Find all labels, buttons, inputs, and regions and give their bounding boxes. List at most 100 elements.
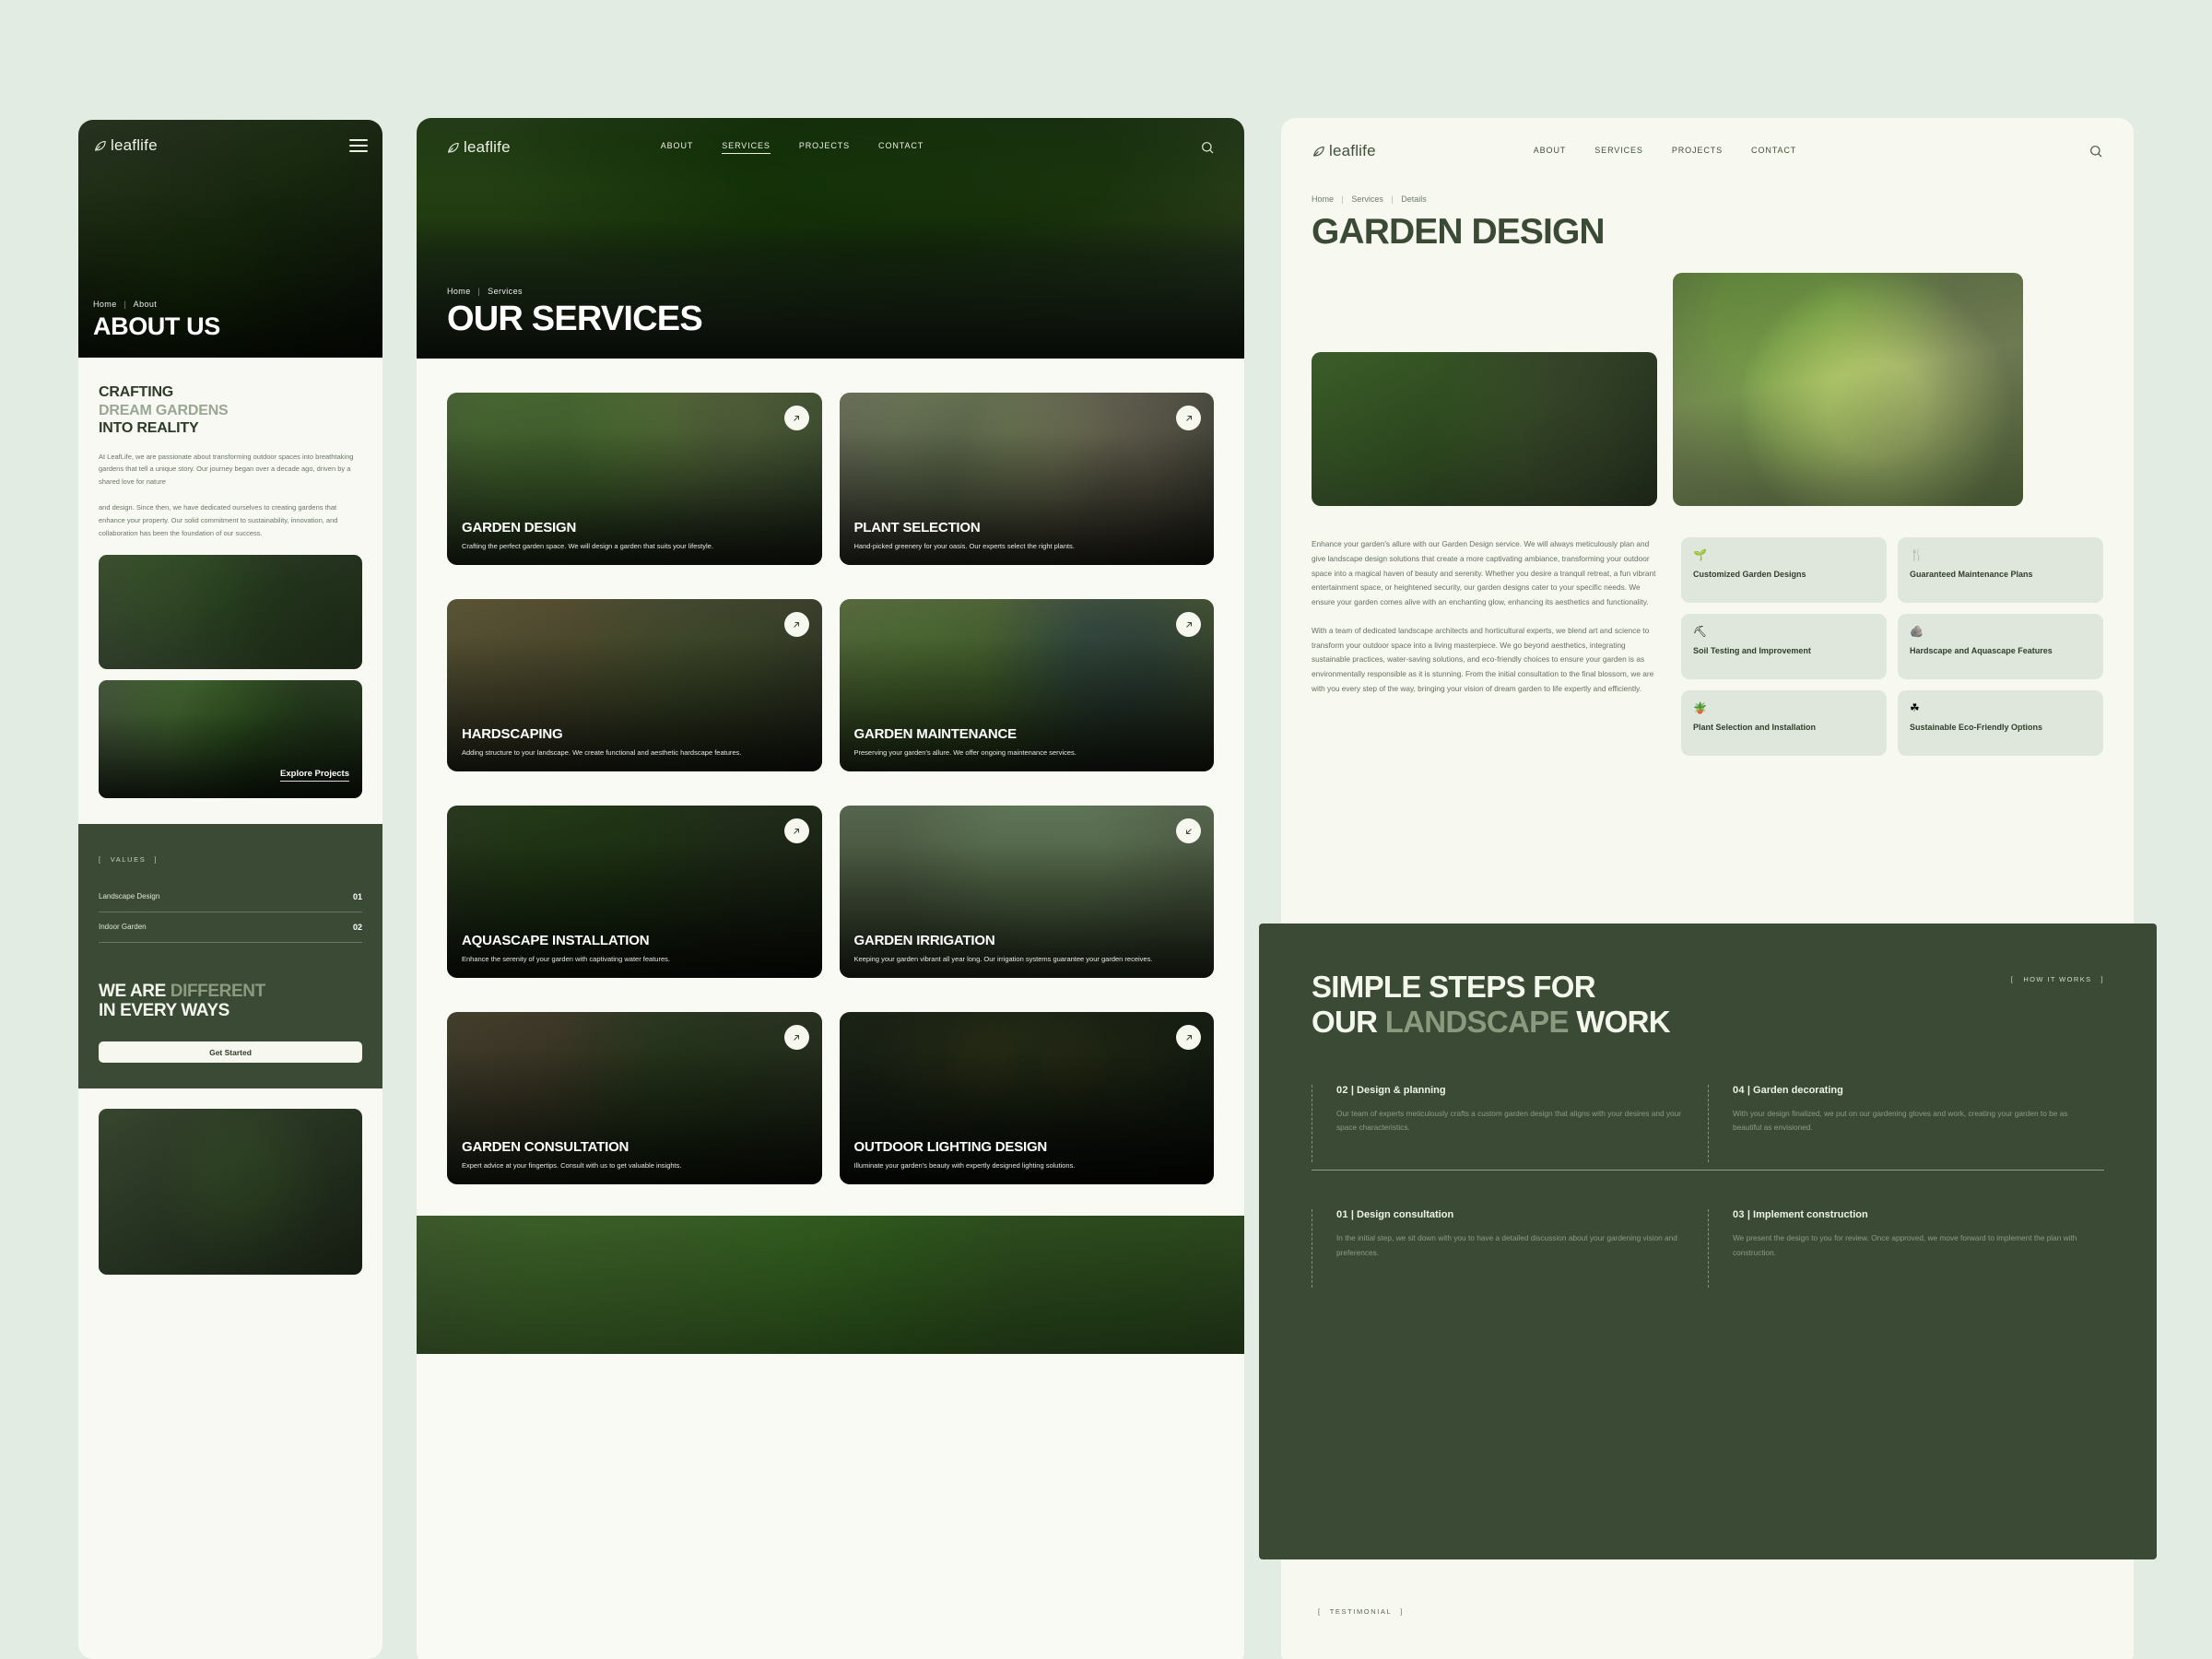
breadcrumb-item-home[interactable]: Home [93, 300, 117, 309]
breadcrumb-item-services[interactable]: Services [1351, 194, 1383, 204]
different-heading: WE ARE DIFFERENT IN EVERY WAYS [99, 982, 362, 1021]
arrow-up-right-icon[interactable] [783, 406, 809, 430]
card-title: GARDEN IRRIGATION [853, 932, 995, 948]
step-separator: | [1350, 1084, 1354, 1096]
testimonial-section: [TESTIMONIAL] [1281, 1567, 2134, 1659]
logo[interactable]: leaflife [446, 138, 511, 157]
nav-item-services[interactable]: SERVICES [1594, 146, 1643, 158]
detail-image-left [1312, 352, 1657, 506]
logo[interactable]: leaflife [1312, 142, 1376, 160]
values-list: Landscape Design 01 Indoor Garden 02 [99, 882, 362, 943]
card-desc: Illuminate your garden's beauty with exp… [853, 1160, 1076, 1170]
search-icon[interactable] [1200, 140, 1215, 155]
nav-item-about[interactable]: ABOUT [661, 141, 694, 154]
card-title: GARDEN CONSULTATION [462, 1138, 629, 1155]
step-title-line: 01 | Design consultation [1336, 1209, 1684, 1220]
step-separator: | [1350, 1209, 1354, 1221]
card-desc: Expert advice at your fingertips. Consul… [462, 1160, 682, 1170]
how-it-works-section: SIMPLE STEPS FOR OUR LANDSCAPE WORK [HOW… [1259, 924, 2157, 1559]
card-desc: Keeping your garden vibrant all year lon… [853, 954, 1153, 963]
step-number: 03 [1733, 1209, 1745, 1221]
eco-leaf-icon: ☘ [1910, 701, 1920, 714]
feature-card-hardscape-and-aquascape-features[interactable]: 🪨 Hardscape and Aquascape Features [1898, 614, 2103, 679]
feature-card-guaranteed-maintenance-plans[interactable]: 🍴 Guaranteed Maintenance Plans [1898, 537, 2103, 603]
search-icon[interactable] [2088, 144, 2103, 159]
testimonial-badge-label: TESTIMONIAL [1329, 1607, 1393, 1616]
card-text: GARDEN DESIGN Crafting the perfect garde… [462, 521, 780, 552]
service-card-outdoor-lighting-design[interactable]: OUTDOOR LIGHTING DESIGN Illuminate your … [839, 1012, 1214, 1184]
breadcrumb-item-services[interactable]: Services [488, 287, 523, 296]
breadcrumb-item-details[interactable]: Details [1401, 194, 1427, 204]
different-heading-c: IN EVERY WAYS [99, 1001, 229, 1021]
breadcrumb-item-home[interactable]: Home [447, 287, 471, 296]
leaf-icon [1312, 145, 1325, 159]
get-started-button[interactable]: Get Started [99, 1041, 362, 1064]
values-badge-label: VALUES [110, 854, 147, 864]
hamburger-icon[interactable] [349, 139, 368, 152]
value-row[interactable]: Landscape Design 01 [99, 882, 362, 912]
mobile-about-panel: leaflife Home | About ABOUT US CRAFTING … [78, 120, 382, 1659]
nav-item-contact[interactable]: CONTACT [1751, 146, 1796, 158]
card-desc: Hand-picked greenery for your oasis. Our… [853, 541, 1075, 550]
arrow-up-right-icon[interactable] [1176, 612, 1201, 637]
services-card-grid: GARDEN DESIGN Crafting the perfect garde… [417, 359, 1244, 1184]
step-title: Garden decorating [1753, 1084, 1843, 1096]
steps-lower-grid: 01 | Design consultation In the initial … [1259, 1209, 2157, 1288]
step-02: 02 | Design & planning Our team of exper… [1312, 1084, 1708, 1163]
logo-text: leaflife [1329, 142, 1376, 159]
arrow-up-right-icon[interactable] [783, 818, 809, 843]
different-heading-a: WE ARE [99, 981, 171, 1001]
logo[interactable]: leaflife [93, 136, 158, 155]
service-card-garden-maintenance[interactable]: GARDEN MAINTENANCE Preserving your garde… [839, 599, 1214, 771]
stone-icon: 🪨 [1910, 625, 1924, 638]
value-label: Indoor Garden [99, 923, 147, 932]
nav-item-projects[interactable]: PROJECTS [1672, 146, 1723, 158]
value-number: 01 [352, 891, 362, 901]
feature-card-soil-testing-and-improvement[interactable]: ⛏ Soil Testing and Improvement [1681, 614, 1887, 679]
service-card-garden-consultation[interactable]: GARDEN CONSULTATION Expert advice at you… [447, 1012, 822, 1184]
step-03: 03 | Implement construction We present t… [1708, 1209, 2104, 1288]
value-row[interactable]: Indoor Garden 02 [99, 912, 362, 943]
breadcrumb-item-home[interactable]: Home [1312, 194, 1334, 204]
feature-card-sustainable-eco-friendly-options[interactable]: ☘ Sustainable Eco-Friendly Options [1898, 690, 2103, 756]
nav-item-services[interactable]: SERVICES [722, 141, 771, 154]
step-separator: | [1747, 1084, 1750, 1096]
nav-item-projects[interactable]: PROJECTS [799, 141, 850, 154]
arrow-up-right-icon[interactable] [1176, 1025, 1201, 1050]
service-card-plant-selection[interactable]: PLANT SELECTION Hand-picked greenery for… [839, 393, 1214, 565]
feature-card-plant-selection-and-installation[interactable]: 🪴 Plant Selection and Installation [1681, 690, 1887, 756]
value-number: 02 [352, 922, 362, 932]
nav-item-contact[interactable]: CONTACT [878, 141, 924, 154]
card-title: HARDSCAPING [462, 725, 563, 742]
steps-row-lower: 01 | Design consultation In the initial … [1312, 1209, 2104, 1288]
values-badge: [VALUES] [99, 854, 159, 864]
about-image-rocks [99, 554, 362, 669]
service-card-hardscaping[interactable]: HARDSCAPING Adding structure to your lan… [447, 599, 822, 771]
step-number: 01 [1336, 1209, 1348, 1221]
feature-card-customized-garden-designs[interactable]: 🌱 Customized Garden Designs [1681, 537, 1887, 603]
detail-copy: Enhance your garden's allure with our Ga… [1312, 537, 1664, 756]
fork-knife-icon: 🍴 [1910, 548, 1924, 561]
card-desc: Crafting the perfect garden space. We wi… [462, 541, 713, 550]
logo-text: leaflife [111, 136, 158, 154]
arrow-up-right-icon[interactable] [1176, 406, 1201, 430]
step-title-line: 04 | Garden decorating [1733, 1085, 2080, 1096]
step-number: 02 [1336, 1084, 1348, 1096]
detail-paragraph-1: Enhance your garden's allure with our Ga… [1312, 539, 1656, 606]
service-card-garden-design[interactable]: GARDEN DESIGN Crafting the perfect garde… [447, 393, 822, 565]
service-card-garden-irrigation[interactable]: GARDEN IRRIGATION Keeping your garden vi… [839, 806, 1214, 978]
feature-label: Hardscape and Aquascape Features [1910, 646, 2053, 655]
arrow-down-left-icon[interactable] [1176, 818, 1201, 843]
arrow-up-right-icon[interactable] [783, 612, 809, 637]
page-title: GARDEN DESIGN [1312, 212, 1606, 252]
arrow-up-right-icon[interactable] [783, 1025, 809, 1050]
mobile-topbar: leaflife [78, 136, 382, 155]
steps-heading-our: OUR [1312, 1005, 1385, 1040]
explore-projects-link[interactable]: Explore Projects [280, 769, 349, 782]
steps-header: SIMPLE STEPS FOR OUR LANDSCAPE WORK [HOW… [1259, 924, 2157, 1041]
value-label: Landscape Design [99, 892, 160, 901]
mobile-footer-image [99, 1109, 362, 1276]
service-card-aquascape-installation[interactable]: AQUASCAPE INSTALLATION Enhance the seren… [447, 806, 822, 978]
nav-item-about[interactable]: ABOUT [1534, 146, 1567, 158]
breadcrumb-item-about[interactable]: About [134, 300, 158, 309]
